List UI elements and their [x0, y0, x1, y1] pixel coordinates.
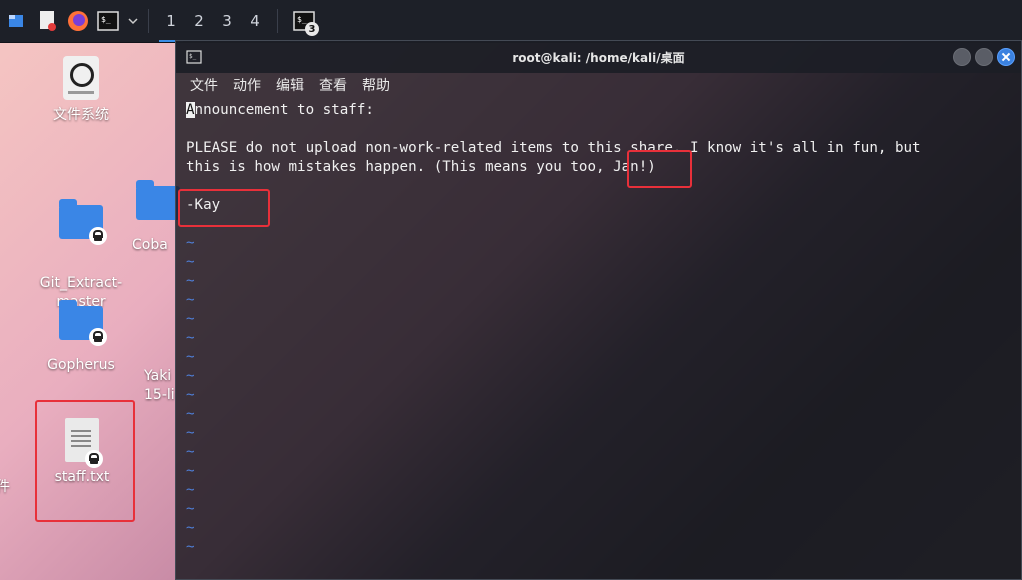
workspace-2[interactable]: 2 — [185, 0, 213, 42]
text-line-content: nnouncement to staff: — [194, 102, 374, 118]
firefox-icon[interactable] — [66, 9, 90, 33]
close-button[interactable] — [997, 48, 1015, 66]
folder-icon — [59, 300, 107, 346]
desktop-icon-label: Coba — [132, 237, 168, 253]
empty-line-marker: ~ — [186, 425, 195, 441]
empty-line-marker: ~ — [186, 311, 195, 327]
desktop-icon-gopherus[interactable]: Gopherus — [36, 298, 126, 375]
desktop-icon-label: 文件系统 — [53, 107, 109, 123]
empty-line-marker: ~ — [186, 349, 195, 365]
menu-file[interactable]: 文件 — [190, 75, 218, 95]
empty-line-marker: ~ — [186, 330, 195, 346]
terminal-content[interactable]: Announcement to staff: PLEASE do not upl… — [176, 97, 1021, 561]
folder-icon — [136, 180, 180, 220]
desktop-icon-git-extract[interactable]: Git_Extract- master — [36, 178, 126, 312]
empty-line-marker: ~ — [186, 273, 195, 289]
folder-icon — [59, 199, 107, 245]
text-line: Announcement to staff: — [186, 101, 1011, 120]
drive-icon — [63, 56, 99, 100]
text-editor-icon[interactable] — [36, 9, 60, 33]
file-manager-icon[interactable] — [6, 9, 30, 33]
empty-line-marker: ~ — [186, 406, 195, 422]
window-titlebar[interactable]: $_ root@kali: /home/kali/桌面 — [176, 41, 1021, 73]
lock-icon — [89, 328, 107, 346]
empty-line-marker: ~ — [186, 254, 195, 270]
empty-line-marker: ~ — [186, 482, 195, 498]
terminal-icon[interactable]: $_ — [96, 9, 120, 33]
taskbar-separator — [148, 9, 149, 33]
empty-line-marker: ~ — [186, 368, 195, 384]
desktop-icon-filesystem[interactable]: 文件系统 — [36, 56, 126, 125]
desktop-icon-label: 件 — [0, 479, 10, 495]
workspace-4[interactable]: 4 — [241, 0, 269, 42]
svg-text:$_: $_ — [297, 15, 307, 24]
workspace-3[interactable]: 3 — [213, 0, 241, 42]
menu-bar: 文件 动作 编辑 查看 帮助 — [176, 73, 1021, 97]
text-cursor: A — [186, 102, 195, 118]
highlight-box-kay — [178, 189, 270, 227]
terminal-window[interactable]: $_ root@kali: /home/kali/桌面 文件 动作 编辑 查看 … — [175, 40, 1022, 580]
empty-line-marker: ~ — [186, 235, 195, 251]
highlight-box-jan — [627, 150, 692, 188]
empty-line-marker: ~ — [186, 387, 195, 403]
empty-line-marker: ~ — [186, 539, 195, 555]
desktop-icon-label: Yaki 15-li — [144, 368, 175, 403]
empty-line-marker: ~ — [186, 501, 195, 517]
text-line: PLEASE do not upload non-work-related it… — [186, 140, 921, 156]
empty-line-marker: ~ — [186, 520, 195, 536]
window-title: root@kali: /home/kali/桌面 — [512, 50, 685, 65]
taskbar: $_ 1 2 3 4 $_ 3 — [0, 0, 1022, 43]
menu-edit[interactable]: 编辑 — [276, 75, 304, 95]
desktop-icon-clipped[interactable]: 件 — [0, 478, 10, 497]
menu-action[interactable]: 动作 — [233, 75, 261, 95]
desktop-icon-label: Gopherus — [47, 357, 115, 373]
maximize-button[interactable] — [975, 48, 993, 66]
text-line: -Kay — [186, 197, 221, 213]
workspace-1[interactable]: 1 — [157, 0, 185, 42]
window-count-badge: 3 — [305, 22, 319, 36]
minimize-button[interactable] — [953, 48, 971, 66]
taskbar-separator — [277, 9, 278, 33]
empty-line-marker: ~ — [186, 292, 195, 308]
text-line: this is how mistakes happen. (This means… — [186, 159, 656, 175]
empty-line-marker: ~ — [186, 463, 195, 479]
lock-icon — [89, 227, 107, 245]
highlight-box-staff-txt — [35, 400, 135, 522]
menu-view[interactable]: 查看 — [319, 75, 347, 95]
svg-text:$_: $_ — [101, 15, 111, 24]
terminal-task-button[interactable]: $_ 3 — [286, 0, 322, 42]
chevron-down-icon[interactable] — [126, 9, 140, 33]
menu-help[interactable]: 帮助 — [362, 75, 390, 95]
empty-line-marker: ~ — [186, 444, 195, 460]
